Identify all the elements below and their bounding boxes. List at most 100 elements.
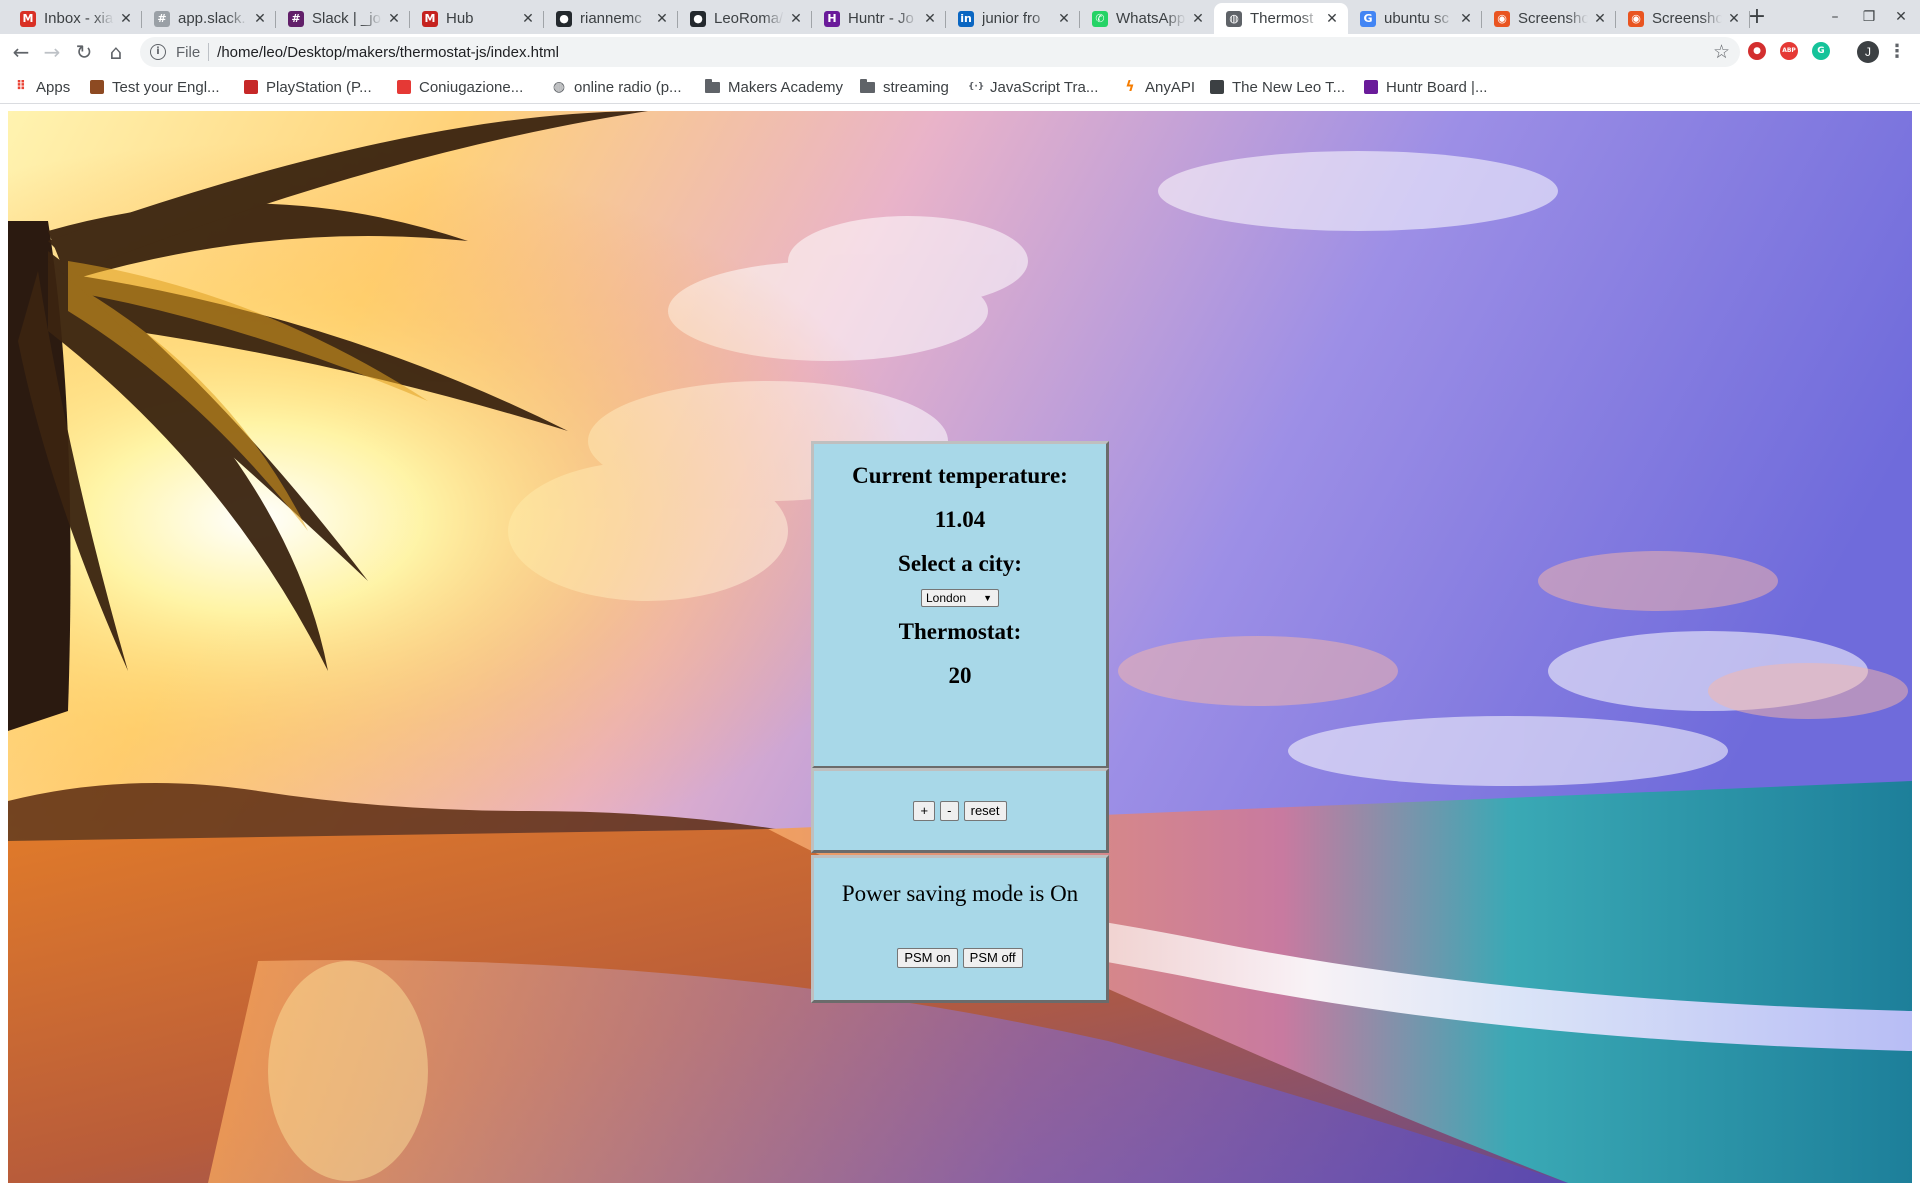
address-scheme: File	[176, 43, 201, 61]
braces-icon: {·}	[968, 82, 985, 92]
bookmark-favicon	[244, 80, 258, 94]
bookmark-item[interactable]: PlayStation (P...	[244, 77, 372, 97]
bookmark-item[interactable]: Makers Academy	[705, 77, 843, 97]
bookmark-item[interactable]: ◍ online radio (p...	[552, 77, 682, 97]
bookmark-item[interactable]: ϟ AnyAPI	[1123, 77, 1195, 97]
tab-close-icon[interactable]: ✕	[1592, 11, 1608, 27]
address-divider	[208, 43, 210, 61]
back-button[interactable]: ←	[7, 38, 35, 66]
tab-close-icon[interactable]: ✕	[118, 11, 134, 27]
restore-button[interactable]: ❐	[1857, 5, 1881, 29]
bookmark-label: Makers Academy	[728, 78, 844, 96]
increase-button[interactable]: +	[913, 801, 936, 821]
bookmark-item[interactable]: ⠿ Apps	[14, 77, 70, 97]
bookmark-item[interactable]: The New Leo T...	[1210, 77, 1345, 97]
tab-close-icon[interactable]: ✕	[252, 11, 268, 27]
tab-close-icon[interactable]: ✕	[1458, 11, 1474, 27]
tab-title: LeoRoma/	[714, 10, 784, 27]
adblock-icon[interactable]: ABP	[1780, 42, 1798, 60]
slack-icon: #	[288, 10, 304, 27]
slack-icon: #	[154, 10, 170, 27]
close-window-button[interactable]: ✕	[1889, 5, 1913, 29]
apps-grid-icon: ⠿	[15, 79, 27, 94]
temperature-panel: Current temperature: 11.04 Select a city…	[811, 441, 1109, 769]
tab-5[interactable]: ● riannemc ✕	[544, 3, 678, 34]
tab-close-icon[interactable]: ✕	[1056, 11, 1072, 27]
address-bar[interactable]: i File /home/leo/Desktop/makers/thermost…	[140, 37, 1740, 67]
tab-close-icon[interactable]: ✕	[788, 11, 804, 27]
kebab-menu-icon[interactable]: ⋮	[1888, 40, 1906, 64]
tab-title: Inbox - xia	[44, 10, 114, 27]
bookmark-label: Huntr Board |...	[1386, 78, 1488, 96]
lastpass-icon[interactable]: ●	[1748, 42, 1766, 60]
bookmark-item[interactable]: Coniugazione...	[397, 77, 523, 97]
tab-8[interactable]: in junior fro ✕	[946, 3, 1080, 34]
city-select-value: London	[926, 591, 967, 605]
tab-separator	[1749, 11, 1750, 28]
bookmark-item[interactable]: Huntr Board |...	[1364, 77, 1487, 97]
github-icon: ●	[556, 10, 572, 27]
city-select[interactable]: London ▼	[921, 589, 999, 607]
tab-close-icon[interactable]: ✕	[1726, 11, 1742, 27]
tab-close-icon[interactable]: ✕	[1324, 11, 1340, 27]
tab-10[interactable]: ◍ Thermost ✕	[1214, 3, 1348, 34]
bookmark-label: Test your Engl...	[112, 78, 220, 96]
huntr-icon: H	[824, 10, 840, 27]
psm-status: Power saving mode is On	[841, 881, 1079, 906]
tab-title: ubuntu sc	[1384, 10, 1450, 27]
tab-13[interactable]: ◉ Screensho ✕	[1616, 3, 1750, 34]
tab-close-icon[interactable]: ✕	[1190, 11, 1206, 27]
decrease-button[interactable]: -	[940, 801, 959, 821]
google-icon: G	[1360, 10, 1376, 27]
tab-3[interactable]: # Slack | _jo ✕	[276, 3, 410, 34]
bookmark-favicon	[1210, 80, 1224, 94]
info-icon[interactable]: i	[150, 44, 166, 60]
bookmark-star-icon[interactable]: ☆	[1713, 41, 1730, 63]
tab-4[interactable]: M Hub ✕	[410, 3, 544, 34]
tab-9[interactable]: ✆ WhatsApp ✕	[1080, 3, 1214, 34]
psm-off-button[interactable]: PSM off	[962, 948, 1023, 968]
bookmark-item[interactable]: streaming	[860, 77, 949, 97]
tab-close-icon[interactable]: ✕	[654, 11, 670, 27]
psm-on-button[interactable]: PSM on	[897, 948, 958, 968]
profile-avatar[interactable]: J	[1857, 41, 1879, 63]
select-city-heading: Select a city:	[898, 551, 1022, 576]
tab-1[interactable]: M Inbox - xia ✕	[8, 3, 142, 34]
tab-6[interactable]: ● LeoRoma/✕	[678, 3, 812, 34]
bookmark-item[interactable]: Test your Engl...	[90, 77, 220, 97]
bookmarks-bar: ⠿ Apps Test your Engl... PlayStation (P... C…	[0, 70, 1920, 104]
tab-title: Slack | _jo	[312, 10, 381, 27]
bookmark-label: AnyAPI	[1145, 78, 1196, 96]
bookmark-item[interactable]: {·} JavaScript Tra...	[968, 77, 1098, 97]
bookmark-label: JavaScript Tra...	[990, 78, 1099, 96]
address-url[interactable]: /home/leo/Desktop/makers/thermostat-js/i…	[217, 44, 559, 61]
tab-close-icon[interactable]: ✕	[386, 11, 402, 27]
thermostat-value: 20	[948, 663, 972, 688]
bookmark-label: Coniugazione...	[419, 78, 524, 96]
tab-close-icon[interactable]: ✕	[520, 11, 536, 27]
minimize-button[interactable]: –	[1823, 5, 1847, 29]
globe-icon: ◍	[552, 79, 566, 95]
bookmark-favicon	[90, 80, 104, 94]
power-saving-panel: Power saving mode is On PSM on PSM off	[811, 855, 1109, 1003]
huntr-icon	[1364, 80, 1378, 94]
forward-button[interactable]: →	[38, 38, 66, 66]
browser-toolbar: ← → ↻ ⌂ i File /home/leo/Desktop/makers/…	[0, 34, 1920, 70]
tab-12[interactable]: ◉ Screensho ✕	[1482, 3, 1616, 34]
controls-panel: + - reset	[811, 768, 1109, 853]
tab-title: Hub	[446, 10, 474, 27]
tab-7[interactable]: H Huntr - Jo ✕	[812, 3, 946, 34]
tab-2[interactable]: # app.slack. ✕	[142, 3, 276, 34]
reload-button[interactable]: ↻	[70, 38, 98, 66]
thermostat-heading: Thermostat:	[898, 619, 1022, 644]
tab-11[interactable]: Gubuntu sc ✕	[1348, 3, 1482, 34]
tab-close-icon[interactable]: ✕	[922, 11, 938, 27]
bookmark-label: online radio (p...	[574, 78, 682, 96]
bolt-icon: ϟ	[1125, 79, 1135, 95]
tab-title: Thermost	[1250, 10, 1314, 27]
gmail-icon: M	[20, 10, 36, 27]
reset-button[interactable]: reset	[963, 801, 1007, 821]
grammarly-icon[interactable]: G	[1812, 42, 1830, 60]
home-button[interactable]: ⌂	[102, 38, 130, 66]
bookmark-label: The New Leo T...	[1232, 78, 1346, 96]
